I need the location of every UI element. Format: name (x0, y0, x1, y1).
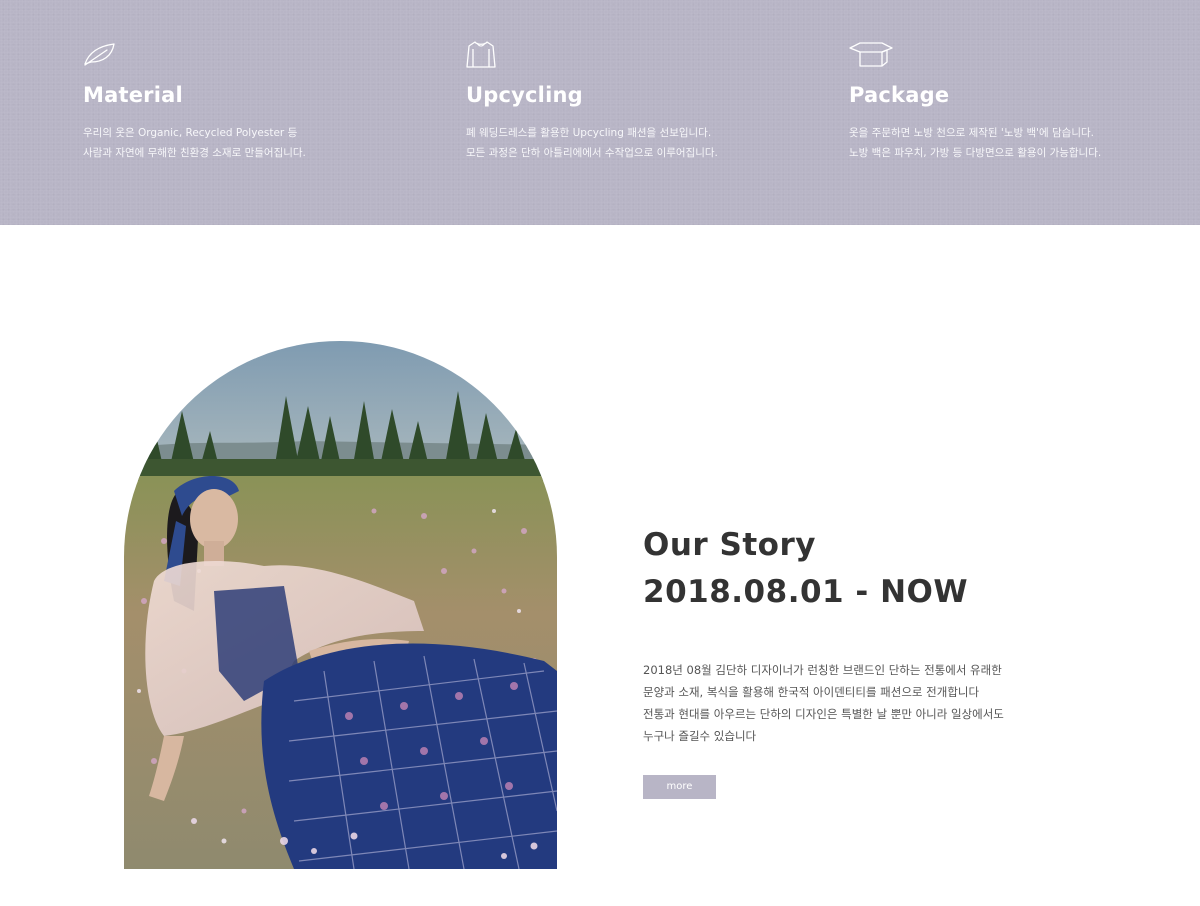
story-description-line: 누구나 즐길수 있습니다 (643, 729, 757, 743)
feature-title: Package (849, 83, 950, 107)
feature-description-line: 노방 백은 파우치, 가방 등 다방면으로 활용이 가능합니다. (849, 147, 1102, 159)
story-description-line: 2018년 08월 김단하 디자이너가 런칭한 브랜드인 단하는 전통에서 유래… (643, 663, 1002, 677)
story-photo (124, 341, 557, 869)
feature-title: Upcycling (466, 83, 583, 107)
feature-material: Material 우리의 옷은 Organic, Recycled Polyes… (83, 38, 423, 163)
feature-package: Package 옷을 주문하면 노방 천으로 제작된 '노방 백'에 담습니다.… (849, 38, 1189, 163)
feature-description: 폐 웨딩드레스를 활용한 Upcycling 패션을 선보입니다. 모든 과정은… (466, 123, 806, 163)
shirt-icon (466, 38, 510, 70)
feature-description-line: 우리의 옷은 Organic, Recycled Polyester 등 (83, 127, 298, 139)
story-description-line: 전통과 현대를 아우르는 단하의 디자인은 특별한 날 뿐만 아니라 일상에서도 (643, 707, 1004, 721)
more-button[interactable]: more (643, 775, 716, 799)
story-section: Our Story 2018.08.01 - NOW 2018년 08월 김단하… (643, 522, 1123, 799)
feature-description-line: 폐 웨딩드레스를 활용한 Upcycling 패션을 선보입니다. (466, 127, 712, 139)
box-icon (849, 38, 893, 70)
story-description-line: 문양과 소재, 복식을 활용해 한국적 아이덴티티를 패션으로 전개합니다 (643, 685, 980, 699)
story-date-range: 2018.08.01 - NOW (643, 574, 969, 610)
feature-description-line: 모든 과정은 단하 아틀리에에서 수작업으로 이루어집니다. (466, 147, 718, 159)
feature-upcycling: Upcycling 폐 웨딩드레스를 활용한 Upcycling 패션을 선보입… (466, 38, 806, 163)
feature-description: 옷을 주문하면 노방 천으로 제작된 '노방 백'에 담습니다. 노방 백은 파… (849, 123, 1189, 163)
features-band: Material 우리의 옷은 Organic, Recycled Polyes… (0, 0, 1200, 225)
feature-description: 우리의 옷은 Organic, Recycled Polyester 등 사람과… (83, 123, 423, 163)
feature-title: Material (83, 83, 183, 107)
feature-description-line: 사람과 자연에 무해한 친환경 소재로 만들어집니다. (83, 147, 306, 159)
story-title-line: Our Story (643, 527, 816, 563)
story-description: 2018년 08월 김단하 디자이너가 런칭한 브랜드인 단하는 전통에서 유래… (643, 659, 1123, 747)
feature-description-line: 옷을 주문하면 노방 천으로 제작된 '노방 백'에 담습니다. (849, 127, 1094, 139)
story-title: Our Story 2018.08.01 - NOW (643, 522, 1123, 616)
leaf-icon (83, 38, 127, 70)
